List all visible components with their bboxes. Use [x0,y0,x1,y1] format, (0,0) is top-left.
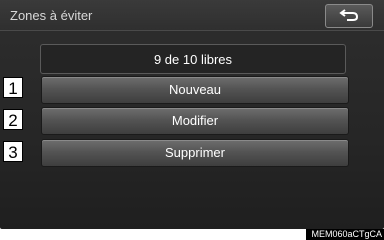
delete-button-label: Supprimer [165,145,225,160]
page-title: Zones à éviter [10,8,93,23]
callout-marker-2: 2 [3,109,23,130]
new-button[interactable]: Nouveau [41,76,349,104]
screen: Zones à éviter 9 de 10 libres Nouveau Mo… [0,0,384,229]
modify-button-label: Modifier [171,113,219,128]
callout-marker-1: 1 [3,77,23,98]
delete-button[interactable]: Supprimer [41,139,349,167]
free-slots-status: 9 de 10 libres [40,44,346,74]
new-button-label: Nouveau [168,82,222,97]
callout-marker-3: 3 [3,141,23,162]
figure-code: MEM060aCTgCA [306,229,384,240]
modify-button[interactable]: Modifier [41,107,349,135]
return-arrow-icon [339,9,359,21]
back-button[interactable] [325,4,373,28]
header-bar: Zones à éviter [0,0,384,31]
free-slots-text: 9 de 10 libres [153,52,233,67]
